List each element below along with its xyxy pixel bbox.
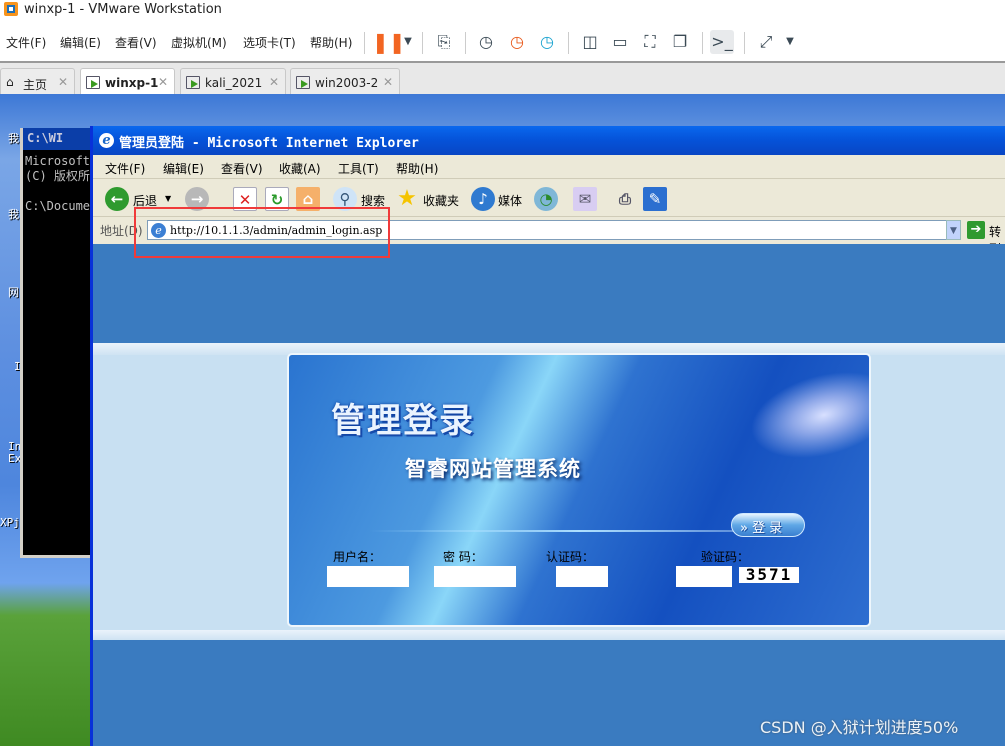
verify-code-input[interactable] — [676, 566, 732, 587]
captcha-image: 3571 — [739, 567, 799, 583]
system-name: 智睿网站管理系统 — [405, 456, 581, 481]
snapshot-revert-icon[interactable]: ◷ — [505, 30, 529, 54]
menu-edit[interactable]: 编辑(E) — [60, 34, 101, 51]
desktop-icon-label[interactable]: 我 — [8, 130, 19, 146]
tab-home[interactable]: ⌂ 主页 ✕ — [0, 68, 75, 96]
media-icon[interactable]: ♪ — [471, 187, 495, 211]
url-highlight-box — [134, 207, 390, 258]
history-icon[interactable]: ◔ — [534, 187, 558, 211]
auth-code-input[interactable] — [556, 566, 608, 587]
go-arrow-icon[interactable]: ➔ — [967, 221, 985, 239]
login-panel: 管理登录 智睿网站管理系统 » 登 录 用户名： 密 码： 认证码： 验证码： … — [287, 353, 871, 627]
fullscreen-icon[interactable]: ⛶ — [638, 30, 662, 54]
desktop-icon-label[interactable]: 我 — [8, 206, 19, 222]
menu-vm[interactable]: 虚拟机(M) — [171, 34, 227, 51]
vm-icon — [186, 76, 200, 89]
galaxy-image — [741, 356, 869, 474]
login-button[interactable]: » 登 录 — [731, 513, 805, 537]
address-dropdown-icon[interactable]: ▼ — [946, 220, 961, 240]
password-input[interactable] — [434, 566, 516, 587]
chevron-down-icon[interactable]: ▼ — [396, 30, 420, 54]
cmd-window[interactable]: C:\WI Microsoft (C) 版权所 C:\Docume — [20, 128, 99, 558]
library-view-icon[interactable]: ◫ — [578, 30, 602, 54]
ie-menu-tools[interactable]: 工具(T) — [338, 160, 379, 177]
home-icon: ⌂ — [6, 75, 14, 89]
send-ctrl-alt-del-icon[interactable]: ⎘ — [432, 30, 456, 54]
unity-icon[interactable]: ❐ — [668, 30, 692, 54]
menu-file[interactable]: 文件(F) — [6, 34, 46, 51]
cmd-title-bar[interactable]: C:\WI — [23, 128, 99, 150]
chevron-down-icon[interactable]: ▼ — [165, 194, 171, 203]
password-label: 密 码： — [443, 550, 483, 564]
thumbnail-view-icon[interactable]: ▭ — [608, 30, 632, 54]
vm-icon — [86, 76, 100, 89]
ie-menu-favorites[interactable]: 收藏(A) — [279, 160, 321, 177]
edit-icon[interactable]: ✎ — [643, 187, 667, 211]
close-icon[interactable]: ✕ — [383, 75, 393, 89]
username-label: 用户名： — [333, 550, 382, 564]
tab-kali-2021[interactable]: kali_2021 ✕ — [180, 68, 286, 96]
favorites-button[interactable]: 收藏夹 — [423, 192, 459, 209]
close-icon[interactable]: ✕ — [58, 75, 68, 89]
ie-menu-help[interactable]: 帮助(H) — [396, 160, 438, 177]
window-title: winxp-1 - VMware Workstation — [24, 2, 222, 17]
desktop-icon-label[interactable]: XPj — [0, 516, 20, 529]
print-icon[interactable]: ⎙ — [613, 187, 637, 211]
verify-code-label: 验证码： — [701, 550, 750, 564]
tab-win2003-2[interactable]: win2003-2 ✕ — [290, 68, 400, 96]
ie-title-bar[interactable]: e 管理员登陆 - Microsoft Internet Explorer — [93, 126, 1005, 155]
console-icon[interactable]: >_ — [710, 30, 734, 54]
snapshot-take-icon[interactable]: ◷ — [474, 30, 498, 54]
login-heading: 管理登录 — [331, 401, 475, 441]
menu-view[interactable]: 查看(V) — [115, 34, 157, 51]
username-input[interactable] — [327, 566, 409, 587]
vmware-logo-icon — [4, 2, 18, 16]
ie-menu-edit[interactable]: 编辑(E) — [163, 160, 204, 177]
watermark: CSDN @入狱计划进度50% — [760, 718, 959, 737]
favorites-star-icon[interactable]: ★ — [395, 187, 419, 211]
menu-help[interactable]: 帮助(H) — [310, 34, 352, 51]
pause-icon[interactable]: ❚❚ — [372, 30, 406, 54]
mail-icon[interactable]: ✉ — [573, 187, 597, 211]
close-icon[interactable]: ✕ — [269, 75, 279, 89]
ie-menu-view[interactable]: 查看(V) — [221, 160, 263, 177]
ie-menu-bar: 文件(F) 编辑(E) 查看(V) 收藏(A) 工具(T) 帮助(H) — [93, 155, 1005, 179]
menu-tabs[interactable]: 选项卡(T) — [243, 34, 296, 51]
snapshot-manager-icon[interactable]: ◷ — [535, 30, 559, 54]
vm-tab-bar: ⌂ 主页 ✕ winxp-1 ✕ kali_2021 ✕ win2003-2 ✕ — [0, 61, 1005, 96]
vm-icon — [296, 76, 310, 89]
chevron-down-icon[interactable]: ▼ — [778, 30, 802, 54]
media-button[interactable]: 媒体 — [498, 192, 522, 209]
ie-logo-icon: e — [99, 133, 114, 148]
cmd-output: Microsoft (C) 版权所 C:\Docume — [25, 154, 91, 213]
desktop-icon-label[interactable]: 网 — [8, 284, 19, 300]
stretch-icon[interactable]: ⤢ — [754, 30, 778, 54]
back-icon[interactable]: ← — [105, 187, 129, 211]
vmware-title-bar: winxp-1 - VMware Workstation — [0, 0, 1005, 22]
vmware-menu-bar: 文件(F) 编辑(E) 查看(V) 虚拟机(M) 选项卡(T) 帮助(H) ❚❚… — [0, 24, 1005, 60]
close-icon[interactable]: ✕ — [158, 75, 168, 89]
auth-code-label: 认证码： — [546, 550, 595, 564]
page-content: 管理登录 智睿网站管理系统 » 登 录 用户名： 密 码： 认证码： 验证码： … — [93, 244, 1005, 746]
ie-menu-file[interactable]: 文件(F) — [105, 160, 145, 177]
tab-winxp-1[interactable]: winxp-1 ✕ — [80, 68, 175, 96]
